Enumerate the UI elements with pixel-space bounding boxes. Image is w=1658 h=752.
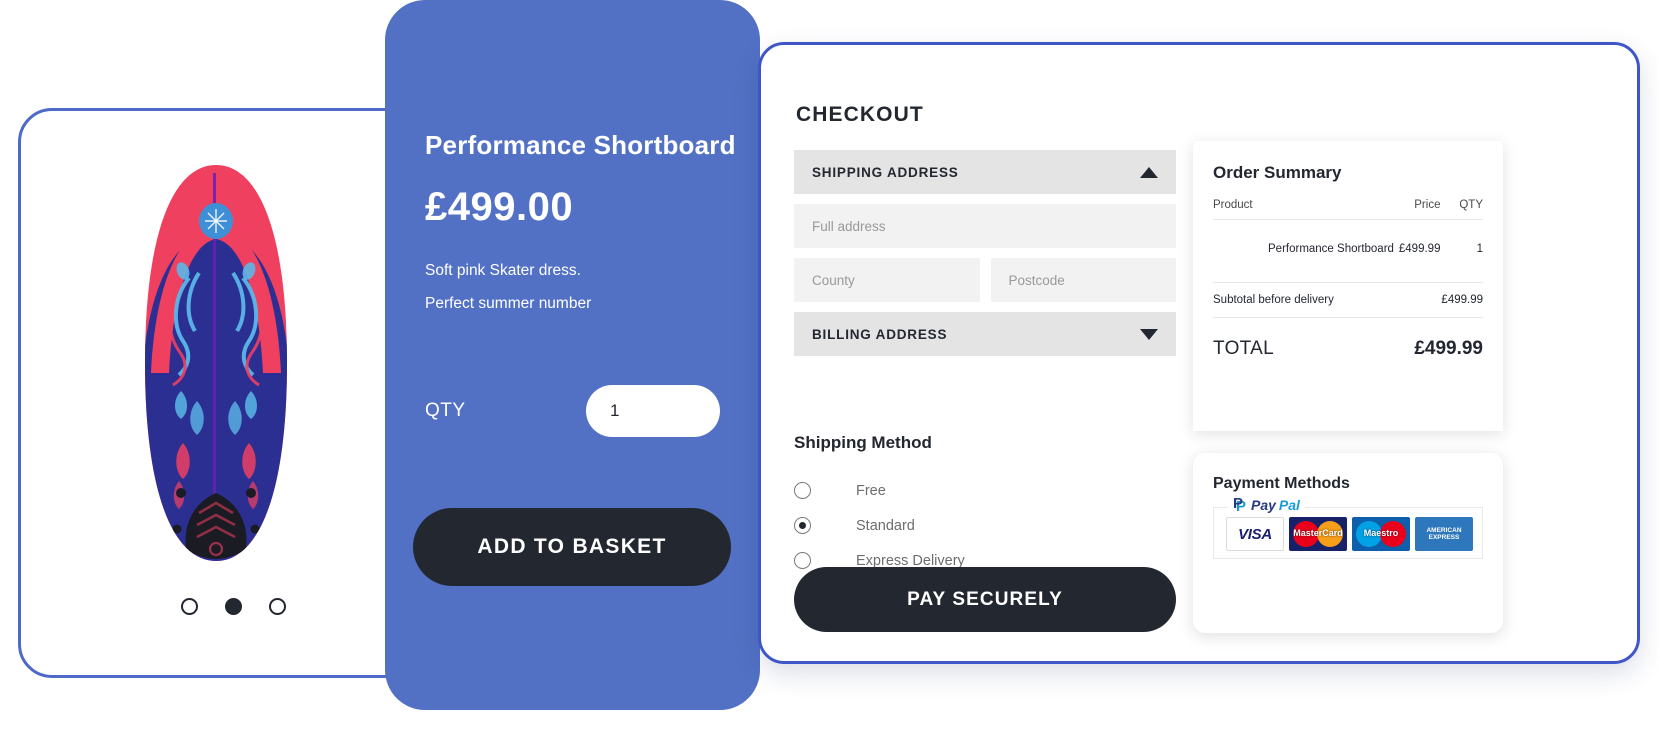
quantity-input[interactable] <box>586 385 720 437</box>
checkout-form: SHIPPING ADDRESS BILLING ADDRESS <box>794 150 1176 366</box>
column-header-qty: QTY <box>1440 199 1483 220</box>
order-summary-header-row: Product Price QTY <box>1213 199 1483 220</box>
caret-down-icon[interactable] <box>1140 328 1158 340</box>
surfboard-illustration <box>145 165 287 561</box>
order-item-name: Performance Shortboard <box>1213 219 1398 283</box>
add-to-basket-button[interactable]: ADD TO BASKET <box>413 508 731 586</box>
radio-icon-free[interactable] <box>794 482 811 499</box>
postcode-input[interactable] <box>990 258 1176 302</box>
product-image-card <box>18 108 448 678</box>
order-item-price: £499.99 <box>1397 219 1441 283</box>
paypal-icon: PP <box>1233 495 1247 515</box>
subtotal-value: £499.99 <box>1440 282 1483 318</box>
billing-address-label: BILLING ADDRESS <box>812 326 948 342</box>
mastercard-label: MasterCard <box>1293 528 1343 538</box>
subtotal-row: Subtotal before delivery £499.99 <box>1213 282 1483 318</box>
card-badges: VISA MasterCard Maestro AMERICAN EXPRESS <box>1218 508 1478 551</box>
shipping-option-free-label: Free <box>856 482 886 499</box>
radio-icon-standard[interactable] <box>794 517 811 534</box>
caret-up-icon[interactable] <box>1140 166 1158 178</box>
total-value: £499.99 <box>1414 337 1483 359</box>
paypal-word-1: Pay <box>1251 496 1276 513</box>
county-postcode-row <box>794 258 1176 312</box>
county-input[interactable] <box>794 258 980 302</box>
product-detail-panel: Performance Shortboard £499.00 Soft pink… <box>385 0 760 710</box>
shipping-address-accordion[interactable]: SHIPPING ADDRESS <box>794 150 1176 194</box>
carousel-dot-1[interactable] <box>180 598 198 615</box>
shipping-option-standard[interactable]: Standard <box>794 508 1176 543</box>
billing-address-accordion[interactable]: BILLING ADDRESS <box>794 312 1176 356</box>
payment-methods-heading: Payment Methods <box>1213 475 1350 492</box>
maestro-label: Maestro <box>1363 528 1399 538</box>
radio-icon-express[interactable] <box>794 552 811 569</box>
product-description-line-2: Perfect summer number <box>425 295 592 312</box>
product-title: Performance Shortboard <box>425 130 736 160</box>
column-header-price: Price <box>1397 199 1441 220</box>
order-summary-card: Order Summary Product Price QTY Performa… <box>1193 141 1503 431</box>
order-summary-heading: Order Summary <box>1213 163 1342 182</box>
order-summary-table: Product Price QTY Performance Shortboard… <box>1213 199 1483 318</box>
full-address-input[interactable] <box>794 204 1176 248</box>
product-description-line-1: Soft pink Skater dress. <box>425 262 581 279</box>
quantity-row: QTY <box>425 385 720 437</box>
shipping-address-label: SHIPPING ADDRESS <box>812 164 959 180</box>
order-item-qty: 1 <box>1440 219 1483 283</box>
amex-icon: AMERICAN EXPRESS <box>1415 517 1473 551</box>
table-row: Performance Shortboard £499.99 1 <box>1213 219 1483 283</box>
carousel-dot-2[interactable] <box>224 598 242 615</box>
subtotal-label: Subtotal before delivery <box>1213 282 1441 318</box>
shipping-method-options: Free Standard Express Delivery <box>794 473 1176 578</box>
checkout-panel: CHECKOUT SHIPPING ADDRESS BILLING ADDRES… <box>758 42 1640 664</box>
shipping-option-free[interactable]: Free <box>794 473 1176 508</box>
screen-root: Performance Shortboard £499.00 Soft pink… <box>0 0 1658 752</box>
shipping-method-heading: Shipping Method <box>794 433 932 452</box>
carousel-dot-3[interactable] <box>268 598 286 615</box>
visa-icon: VISA <box>1226 517 1284 551</box>
total-label: TOTAL <box>1213 337 1274 359</box>
maestro-icon: Maestro <box>1352 517 1410 551</box>
product-price: £499.00 <box>425 185 574 229</box>
checkout-heading: CHECKOUT <box>796 103 924 126</box>
payment-badges-group: PP Pay Pal VISA MasterCard Maestro AMERI… <box>1213 496 1483 559</box>
shipping-option-standard-label: Standard <box>856 517 915 534</box>
paypal-word-2: Pal <box>1278 496 1300 513</box>
image-carousel-dots[interactable] <box>21 598 445 615</box>
paypal-logo: PP Pay Pal <box>1228 495 1305 515</box>
pay-securely-button[interactable]: PAY SECURELY <box>794 567 1176 632</box>
payment-methods-card: Payment Methods PP Pay Pal VISA MasterCa… <box>1193 453 1503 633</box>
column-header-product: Product <box>1213 199 1398 220</box>
quantity-label: QTY <box>425 400 466 421</box>
mastercard-icon: MasterCard <box>1289 517 1347 551</box>
product-image-surfboard <box>141 163 291 563</box>
total-row: TOTAL £499.99 <box>1213 338 1483 360</box>
